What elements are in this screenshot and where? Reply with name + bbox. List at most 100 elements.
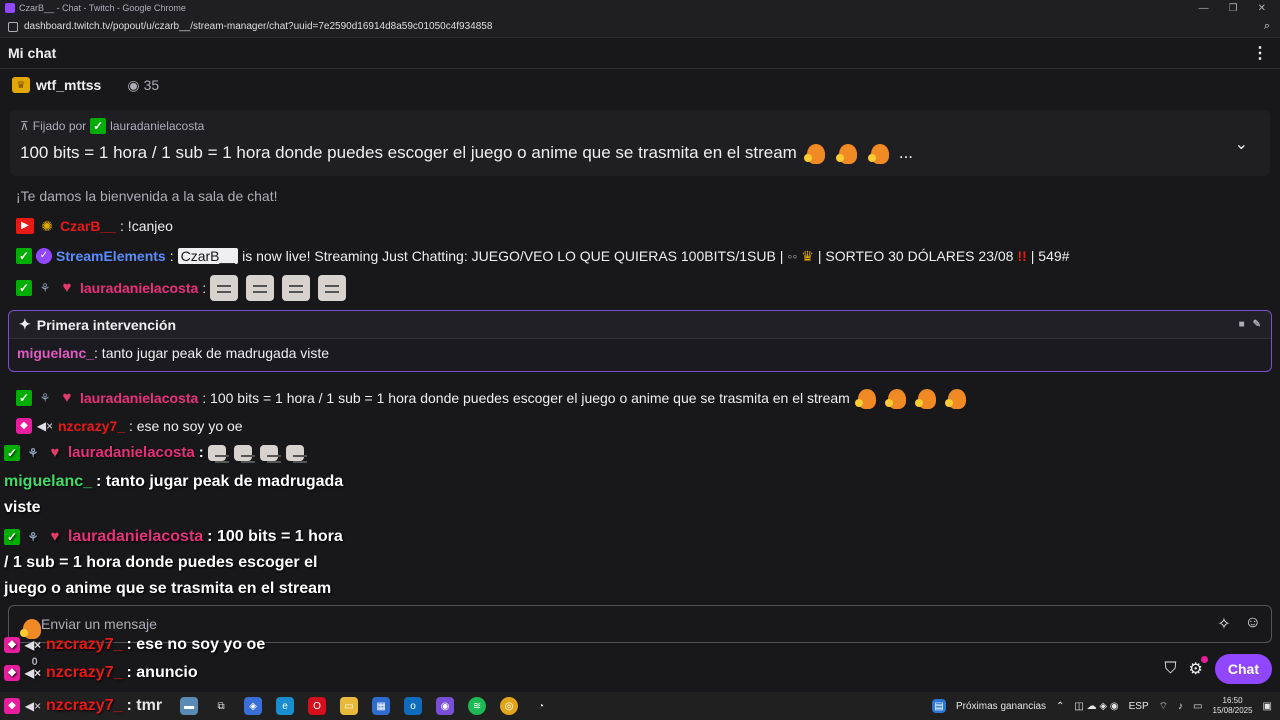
wolf-badge-icon: ⚘ bbox=[39, 391, 51, 405]
battery-icon[interactable]: ▭ bbox=[1193, 701, 1202, 712]
site-info-icon[interactable] bbox=[8, 21, 18, 32]
magic-wand-icon[interactable]: ✧ bbox=[1217, 614, 1230, 634]
taskbar-apps: ▬ ⧉ ◈ e O ▭ ▦ o ◉ ≋ ◎ ◔ bbox=[180, 697, 550, 715]
chat-username[interactable]: miguelanc_ bbox=[17, 345, 94, 361]
first-message-card: ✦ Primera intervención ■ ✎ miguelanc_: t… bbox=[8, 310, 1272, 372]
pinned-text: 100 bits = 1 hora / 1 sub = 1 hora donde… bbox=[20, 140, 1260, 166]
minimize-icon[interactable]: — bbox=[1199, 3, 1209, 14]
chat-actions: ⛉ ⚙ Chat bbox=[1165, 654, 1272, 684]
overlay-line: ✓ ⚘ ♥ lauradanielacosta : bbox=[4, 443, 308, 463]
mention[interactable]: CzarB__ bbox=[177, 248, 239, 264]
overlay-line: miguelanc_: tanto jugar peak de madrugad… bbox=[4, 473, 344, 490]
overlay-line: juego o anime que se trasmita en el stre… bbox=[4, 580, 332, 597]
spotify-icon[interactable]: ≋ bbox=[468, 697, 487, 715]
cat-emote-icon bbox=[318, 275, 347, 301]
opera-icon[interactable]: O bbox=[308, 697, 327, 715]
chat-send-button[interactable]: Chat bbox=[1214, 654, 1272, 684]
tray-chevron-icon[interactable]: ⌃ bbox=[1056, 701, 1064, 712]
sub-badge-icon: ✺ bbox=[41, 218, 53, 234]
heart-badge-icon: ♥ bbox=[62, 389, 72, 406]
verified-badge-icon: ✓ bbox=[36, 248, 52, 264]
welcome-message: ¡Te damos la bienvenida a la sala de cha… bbox=[16, 188, 278, 204]
gem-badge-icon: ◆ bbox=[4, 637, 20, 653]
eye-icon: ◉ bbox=[127, 76, 140, 93]
chat-username[interactable]: StreamElements bbox=[56, 248, 166, 264]
charmander-emote-icon bbox=[884, 385, 910, 411]
first-message-body: miguelanc_: tanto jugar peak de madrugad… bbox=[17, 345, 330, 361]
cat-emote-icon bbox=[285, 444, 307, 463]
volume-icon[interactable]: ♪ bbox=[1178, 701, 1183, 712]
wolf-badge-icon: ⚘ bbox=[39, 281, 51, 295]
chat-message: ◆ ◀× nzcrazy7_ : ese no soy yo oe bbox=[16, 414, 243, 438]
broadcaster-badge-icon: ▶ bbox=[16, 218, 34, 234]
overlay-line: ◆ ◀× nzcrazy7_ : anuncio 0 bbox=[4, 656, 198, 682]
moderator-badge-icon: ✓ bbox=[4, 444, 20, 461]
window-title: CzarB__ - Chat - Twitch - Google Chrome bbox=[19, 3, 186, 13]
edge-icon[interactable]: e bbox=[276, 697, 295, 715]
emoji-icon[interactable]: ☺ bbox=[1245, 614, 1261, 634]
notification-dot bbox=[1200, 656, 1208, 663]
outlook-icon[interactable]: o bbox=[404, 697, 423, 715]
charmander-emote-icon bbox=[854, 385, 880, 411]
chat-username[interactable]: lauradanielacosta bbox=[80, 390, 198, 406]
taskbar: ◆ ◀× nzcrazy7_ : tmr ▬ ⧉ ◈ e O ▭ ▦ o ◉ ≋… bbox=[0, 692, 1280, 720]
chat-username[interactable]: CzarB__ bbox=[60, 218, 116, 234]
gear-icon[interactable]: ⚙ bbox=[1189, 656, 1208, 679]
overlay-line: / 1 sub = 1 hora donde puedes escoger el bbox=[4, 554, 318, 571]
close-icon[interactable]: ✕ bbox=[1258, 3, 1266, 14]
address-bar[interactable]: dashboard.twitch.tv/popout/u/czarb__/str… bbox=[0, 16, 1280, 38]
chat-input-placeholder[interactable]: Enviar un mensaje bbox=[41, 616, 157, 632]
clock[interactable]: 16:50 15/08/2025 bbox=[1213, 696, 1253, 716]
more-options-icon[interactable]: ⋮ bbox=[1252, 43, 1272, 63]
top-user-name[interactable]: wtf_mttss bbox=[36, 77, 101, 93]
tray-icons[interactable]: ◫ ☁ ◈ ◉ bbox=[1074, 701, 1118, 712]
shield-icon[interactable]: ⛉ bbox=[1165, 660, 1177, 678]
top-gifter-bar: ♛ wtf_mttss ◉ 35 bbox=[12, 74, 159, 96]
shoe-widget-icon[interactable]: ▬ bbox=[180, 697, 199, 715]
news-widget[interactable]: Próximas ganancias bbox=[956, 701, 1046, 712]
zoom-icon[interactable]: ⌕ bbox=[1264, 20, 1270, 33]
charmander-emote-icon bbox=[803, 140, 829, 166]
maximize-icon[interactable]: ❐ bbox=[1229, 3, 1238, 14]
chat-message: ✓ ⚘ ♥ lauradanielacosta : bbox=[16, 274, 350, 302]
heart-badge-icon: ♥ bbox=[50, 443, 60, 461]
window-controls: — ❐ ✕ bbox=[1199, 3, 1280, 14]
overlay-line: ◆ ◀× nzcrazy7_ : ese no soy yo oe bbox=[4, 636, 265, 654]
charmander-emote-icon bbox=[867, 140, 893, 166]
cat-emote-icon bbox=[210, 275, 239, 301]
edit-icon[interactable]: ✎ bbox=[1253, 319, 1261, 330]
chevron-down-icon[interactable]: ⌄ bbox=[1235, 134, 1248, 154]
wolf-badge-icon: ⚘ bbox=[27, 530, 39, 544]
chrome-icon[interactable]: ◎ bbox=[500, 697, 519, 715]
wolf-badge-icon: ⚘ bbox=[27, 445, 39, 460]
pinned-meta: ⊼ Fijado por ✓ lauradanielacosta bbox=[20, 118, 205, 134]
discord-icon[interactable]: ◉ bbox=[436, 697, 455, 715]
camera-icon[interactable]: ■ bbox=[1239, 319, 1245, 330]
gem-badge-icon: ◆ bbox=[16, 418, 32, 434]
task-view-icon[interactable]: ⧉ bbox=[212, 697, 230, 715]
cat-emote-icon bbox=[259, 444, 281, 463]
store-icon[interactable]: ▦ bbox=[372, 697, 391, 715]
chat-username[interactable]: lauradanielacosta bbox=[80, 280, 198, 296]
chat-message: ▶ ✺ CzarB__ : !canjeo bbox=[16, 214, 173, 238]
moderator-badge-icon: ✓ bbox=[90, 118, 107, 134]
url-text[interactable]: dashboard.twitch.tv/popout/u/czarb__/str… bbox=[24, 21, 492, 32]
cat-emote-icon bbox=[233, 444, 255, 463]
file-explorer-icon[interactable]: ▭ bbox=[340, 697, 359, 715]
cat-emote-icon bbox=[282, 275, 311, 301]
charmander-emote-icon bbox=[914, 385, 940, 411]
chat-username[interactable]: nzcrazy7_ bbox=[58, 418, 125, 434]
speedometer-icon[interactable]: ◔ bbox=[532, 697, 550, 715]
chat-message: ✓ ✓ StreamElements : CzarB__ is now live… bbox=[16, 244, 1069, 268]
pinned-message[interactable]: ⊼ Fijado por ✓ lauradanielacosta 100 bit… bbox=[10, 110, 1270, 176]
network-icon[interactable]: ⌔ bbox=[1159, 700, 1168, 713]
language-indicator[interactable]: ESP bbox=[1129, 701, 1149, 712]
page-title: Mi chat bbox=[8, 45, 57, 61]
copilot-icon[interactable]: ◈ bbox=[244, 697, 263, 715]
moderator-badge-icon: ✓ bbox=[4, 529, 20, 545]
notifications-icon[interactable]: ▣ bbox=[1263, 701, 1272, 712]
sparkle-icon: ✦ bbox=[19, 316, 31, 332]
crown-emote-icon: ♛ bbox=[801, 247, 814, 264]
moderator-badge-icon: ✓ bbox=[16, 248, 32, 264]
chat-header: Mi chat ⋮ bbox=[0, 38, 1280, 69]
